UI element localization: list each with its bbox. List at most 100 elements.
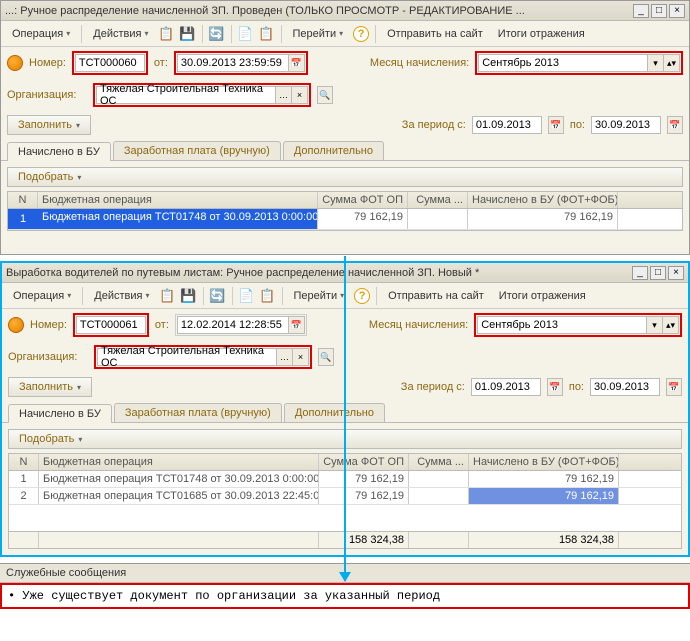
actions-menu[interactable]: Действия — [86, 24, 155, 44]
org-field[interactable]: Тяжелая Строительная Техника ОС — [97, 348, 277, 366]
number-label: Номер: — [29, 57, 66, 69]
results-button[interactable]: Итоги отражения — [491, 24, 592, 44]
help-icon[interactable]: ? — [352, 286, 372, 306]
tab-accrued[interactable]: Начислено в БУ — [8, 404, 112, 423]
spinner-icon[interactable]: ▴▾ — [664, 54, 680, 72]
minimize-button[interactable]: _ — [633, 4, 649, 18]
clear-icon[interactable]: × — [292, 86, 308, 104]
col-n[interactable]: N — [9, 454, 39, 470]
clear-icon[interactable]: × — [293, 348, 309, 366]
send-button[interactable]: Отправить на сайт — [380, 24, 490, 44]
col-n[interactable]: N — [8, 192, 38, 208]
col-sum[interactable]: Сумма ... — [408, 192, 468, 208]
col-op[interactable]: Бюджетная операция — [38, 192, 318, 208]
month-field-wrap: Сентябрь 2013 ▾ ▴▾ — [474, 313, 682, 337]
date-field[interactable]: 30.09.2013 23:59:59 — [177, 54, 289, 72]
col-sum[interactable]: Сумма ... — [409, 454, 469, 470]
period-to-field[interactable]: 30.09.2013 — [590, 378, 660, 396]
grid-header: N Бюджетная операция Сумма ФОТ ОП Сумма … — [8, 192, 682, 209]
calendar-icon[interactable]: 📅 — [666, 378, 682, 396]
tab-salary[interactable]: Заработная плата (вручную) — [113, 141, 281, 160]
month-field[interactable]: Сентябрь 2013 — [477, 316, 647, 334]
save-icon[interactable]: 💾 — [178, 24, 198, 44]
cell-op: Бюджетная операция ТСТ01748 от 30.09.201… — [38, 209, 318, 229]
tab-salary[interactable]: Заработная плата (вручную) — [114, 403, 282, 422]
goto-menu[interactable]: Перейти — [287, 286, 352, 306]
cell-nach: 79 162,19 — [469, 471, 619, 487]
period-to-label: по: — [569, 381, 584, 393]
from-label: от: — [155, 319, 169, 331]
col-fot[interactable]: Сумма ФОТ ОП — [318, 192, 408, 208]
results-button[interactable]: Итоги отражения — [492, 286, 593, 306]
actions-menu[interactable]: Действия — [87, 286, 156, 306]
cell-fot: 79 162,19 — [319, 471, 409, 487]
select-icon[interactable]: … — [276, 86, 292, 104]
refresh-icon[interactable]: 🔄 — [208, 286, 228, 306]
from-label: от: — [154, 57, 168, 69]
org-field-wrap: Тяжелая Строительная Техника ОС … × — [94, 345, 312, 369]
tab-additional[interactable]: Дополнительно — [284, 403, 385, 422]
cell-sum — [409, 471, 469, 487]
maximize-button[interactable]: □ — [651, 4, 667, 18]
fill-button[interactable]: Заполнить — [8, 377, 92, 397]
calendar-icon[interactable]: 📅 — [667, 116, 683, 134]
post-icon[interactable]: 📋 — [157, 24, 177, 44]
post-icon[interactable]: 📋 — [158, 286, 178, 306]
send-button[interactable]: Отправить на сайт — [381, 286, 491, 306]
dropdown-icon[interactable]: ▾ — [648, 54, 664, 72]
period-from-field[interactable]: 01.09.2013 — [471, 378, 541, 396]
period-to-field[interactable]: 30.09.2013 — [591, 116, 661, 134]
tab-additional[interactable]: Дополнительно — [283, 141, 384, 160]
cell-nach: 79 162,19 — [469, 488, 619, 504]
col-nach[interactable]: Начислено в БУ (ФОТ+ФОБ) — [469, 454, 619, 470]
table-row[interactable]: 1 Бюджетная операция ТСТ01748 от 30.09.2… — [8, 209, 682, 230]
minimize-button[interactable]: _ — [632, 266, 648, 280]
cell-sum — [408, 209, 468, 229]
col-fot[interactable]: Сумма ФОТ ОП — [319, 454, 409, 470]
close-button[interactable]: × — [668, 266, 684, 280]
number-field[interactable]: ТСТ000060 — [75, 54, 145, 72]
month-label: Месяц начисления: — [370, 57, 469, 69]
calendar-icon[interactable]: 📅 — [547, 378, 563, 396]
fill-button[interactable]: Заполнить — [7, 115, 91, 135]
number-field[interactable]: ТСТ000061 — [76, 316, 146, 334]
cell-nach: 79 162,19 — [468, 209, 618, 229]
select-button[interactable]: Подобрать — [7, 167, 683, 187]
paste-icon[interactable]: 📋 — [257, 24, 277, 44]
number-label: Номер: — [30, 319, 67, 331]
refresh-icon[interactable]: 🔄 — [207, 24, 227, 44]
select-icon[interactable]: … — [277, 348, 293, 366]
annotation-arrow — [344, 256, 346, 581]
calendar-icon[interactable]: 📅 — [289, 54, 305, 72]
globe-icon — [7, 55, 23, 71]
copy-icon[interactable]: 📄 — [236, 24, 256, 44]
total-nach: 158 324,38 — [469, 532, 619, 548]
period-from-field[interactable]: 01.09.2013 — [472, 116, 542, 134]
close-button[interactable]: × — [669, 4, 685, 18]
help-icon[interactable]: ? — [351, 24, 371, 44]
month-field[interactable]: Сентябрь 2013 — [478, 54, 648, 72]
org-field[interactable]: Тяжелая Строительная Техника ОС — [96, 86, 276, 104]
goto-menu[interactable]: Перейти — [286, 24, 351, 44]
dropdown-icon[interactable]: ▾ — [647, 316, 663, 334]
period-to-label: по: — [570, 119, 585, 131]
search-icon[interactable]: 🔍 — [317, 86, 333, 104]
date-field[interactable]: 12.02.2014 12:28:55 — [177, 316, 289, 334]
tab-accrued[interactable]: Начислено в БУ — [7, 142, 111, 161]
cell-n: 1 — [8, 209, 38, 229]
maximize-button[interactable]: □ — [650, 266, 666, 280]
col-op[interactable]: Бюджетная операция — [39, 454, 319, 470]
cell-n: 1 — [9, 471, 39, 487]
org-label: Организация: — [7, 89, 87, 101]
operation-menu[interactable]: Операция — [5, 24, 77, 44]
save-icon[interactable]: 💾 — [179, 286, 199, 306]
col-nach[interactable]: Начислено в БУ (ФОТ+ФОБ) — [468, 192, 618, 208]
copy-icon[interactable]: 📄 — [237, 286, 257, 306]
window-title: Выработка водителей по путевым листам: Р… — [6, 267, 632, 279]
calendar-icon[interactable]: 📅 — [289, 316, 305, 334]
calendar-icon[interactable]: 📅 — [548, 116, 564, 134]
operation-menu[interactable]: Операция — [6, 286, 78, 306]
paste-icon[interactable]: 📋 — [258, 286, 278, 306]
spinner-icon[interactable]: ▴▾ — [663, 316, 679, 334]
search-icon[interactable]: 🔍 — [318, 348, 334, 366]
